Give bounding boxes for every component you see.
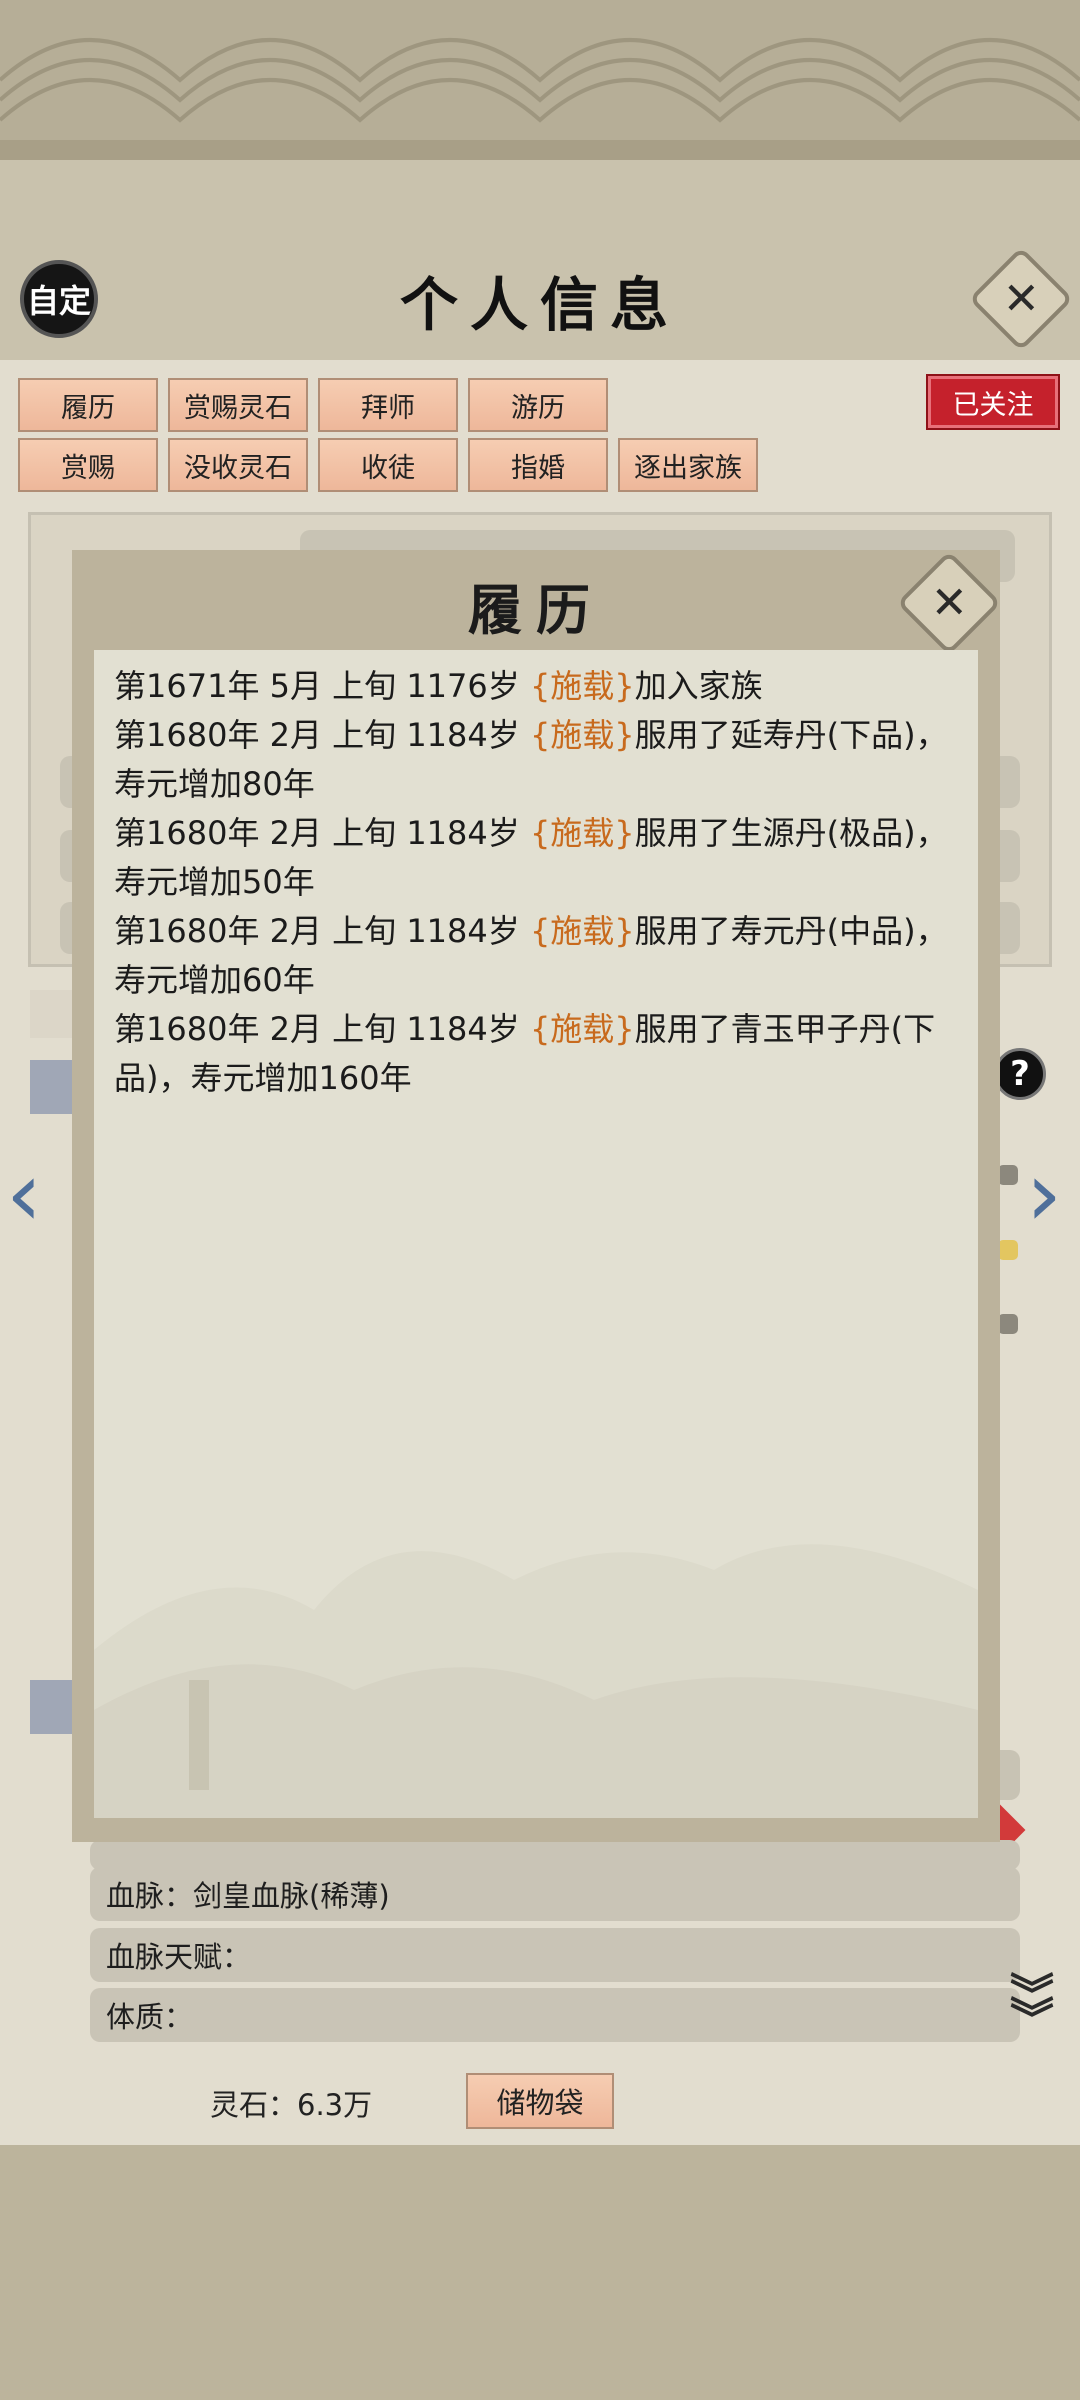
resume-modal: 履历 ✕ 第1671年 5月 上旬 1176岁 {施载}加入家族 第1680年 2… (72, 550, 1002, 1842)
bloodline-talent-text: 血脉天赋： (106, 1940, 252, 1974)
resume-entry: 第1671年 5月 上旬 1176岁 {施载}加入家族 (114, 662, 960, 711)
resume-entry: 第1680年 2月 上旬 1184岁 {施载}服用了青玉甲子丹(下品)，寿元增加… (114, 1005, 960, 1103)
bloodline-text: 血脉：剑皇血脉(稀薄) (106, 1879, 390, 1913)
talent-row (90, 1840, 1020, 1870)
modal-title: 履历 (468, 578, 604, 642)
indicator-pill (998, 1314, 1018, 1334)
entry-person-tag[interactable]: {施载} (530, 912, 635, 950)
resume-entry: 第1680年 2月 上旬 1184岁 {施载}服用了寿元丹(中品)，寿元增加60… (114, 907, 960, 1005)
physique-row: 体质： (90, 1988, 1020, 2042)
prev-arrow-icon[interactable]: ‹ (6, 1150, 42, 1240)
resume-entry: 第1680年 2月 上旬 1184岁 {施载}服用了延寿丹(下品)，寿元增加80… (114, 711, 960, 809)
entry-date: 第1671年 5月 上旬 1176岁 (114, 667, 530, 705)
physique-text: 体质： (106, 2000, 194, 2034)
apprentice-button[interactable]: 拜师 (318, 378, 458, 432)
top-decoration-band (0, 0, 1080, 160)
entry-text: 加入家族 (634, 667, 763, 705)
entry-date: 第1680年 2月 上旬 1184岁 (114, 1010, 530, 1048)
storage-bag-button[interactable]: 储物袋 (466, 2073, 614, 2129)
bloodline-talent-row: 血脉天赋： (90, 1928, 1020, 1982)
confiscate-stones-button[interactable]: 没收灵石 (168, 438, 308, 492)
close-icon: ✕ (930, 577, 968, 628)
entry-person-tag[interactable]: {施载} (530, 667, 635, 705)
bloodline-row: 血脉：剑皇血脉(稀薄) (90, 1867, 1020, 1921)
indicator-pill-active (998, 1240, 1018, 1260)
page-title: 个人信息 (399, 271, 680, 339)
entry-date: 第1680年 2月 上旬 1184岁 (114, 814, 530, 852)
close-icon: ✕ (1002, 273, 1040, 324)
help-icon[interactable]: ? (994, 1048, 1046, 1100)
spirit-stone-count: 灵石：6.3万 (210, 2088, 373, 2122)
expel-from-family-button[interactable]: 逐出家族 (618, 438, 758, 492)
modal-content: 第1671年 5月 上旬 1176岁 {施载}加入家族 第1680年 2月 上旬 … (94, 650, 978, 1818)
arrange-marriage-button[interactable]: 指婚 (468, 438, 608, 492)
reward-button[interactable]: 赏赐 (18, 438, 158, 492)
expand-down-icon[interactable]: ︾ ︾ (1010, 1973, 1054, 2042)
resume-entry: 第1680年 2月 上旬 1184岁 {施载}服用了生源丹(极品)，寿元增加50… (114, 809, 960, 907)
next-arrow-icon[interactable]: › (1026, 1150, 1062, 1240)
entry-person-tag[interactable]: {施载} (530, 814, 635, 852)
indicator-pill (998, 1165, 1018, 1185)
followed-badge[interactable]: 已关注 (926, 374, 1060, 430)
travel-button[interactable]: 游历 (468, 378, 608, 432)
resume-button[interactable]: 履历 (18, 378, 158, 432)
entry-person-tag[interactable]: {施载} (530, 716, 635, 754)
take-disciple-button[interactable]: 收徒 (318, 438, 458, 492)
entry-date: 第1680年 2月 上旬 1184岁 (114, 912, 530, 950)
reward-stones-button[interactable]: 赏赐灵石 (168, 378, 308, 432)
entry-person-tag[interactable]: {施载} (530, 1010, 635, 1048)
entry-date: 第1680年 2月 上旬 1184岁 (114, 716, 530, 754)
